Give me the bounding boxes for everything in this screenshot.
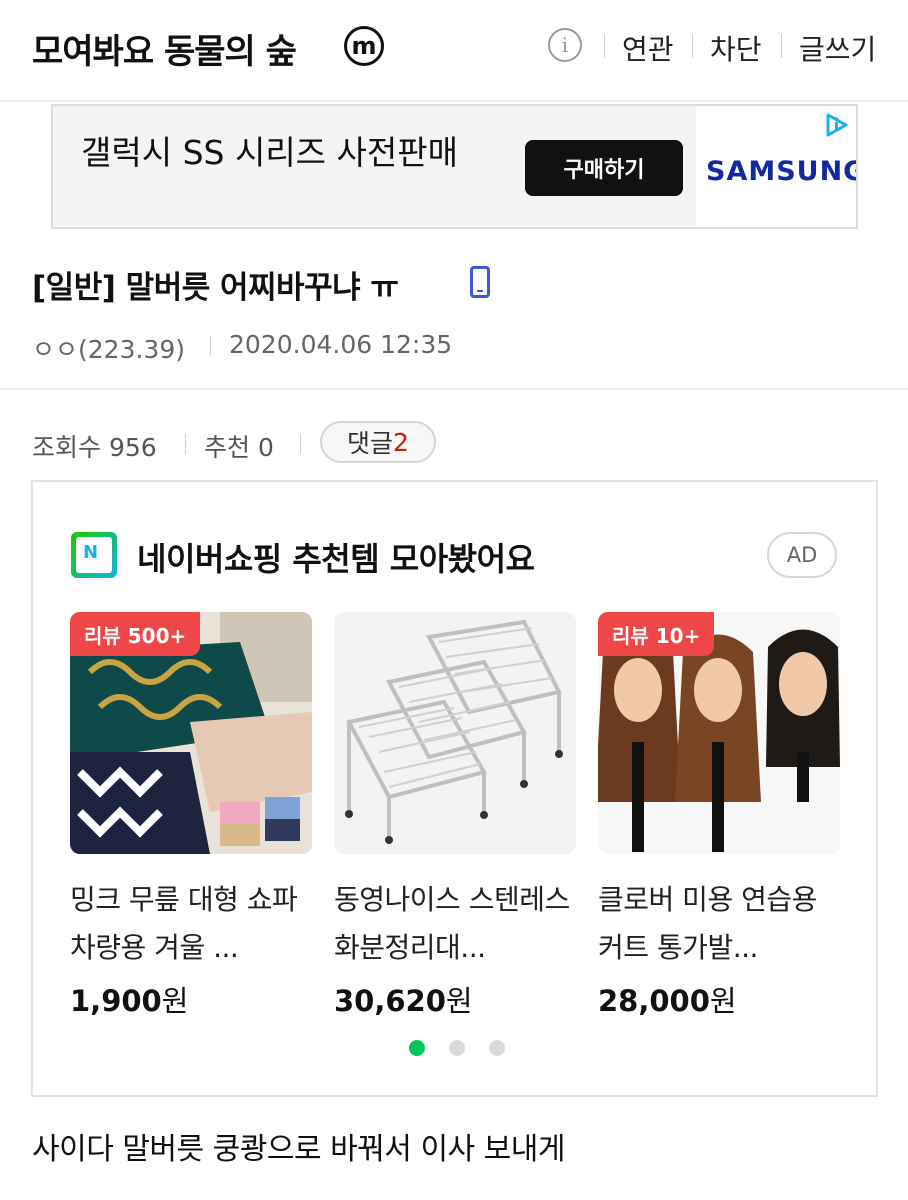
product-name[interactable]: 동영나이스 스텐레스 화분정리대... bbox=[334, 876, 576, 972]
naver-shopping-logo-icon: N bbox=[71, 532, 117, 578]
product-price: 1,900원 bbox=[70, 978, 312, 1020]
ad-brand-area[interactable]: SAMSUNG bbox=[696, 106, 858, 227]
ad-text[interactable]: 갤럭시 SS 시리즈 사전판매 bbox=[81, 132, 501, 174]
product-name[interactable]: 밍크 무릎 대형 쇼파 차량용 겨울 ... bbox=[70, 876, 312, 972]
buy-button[interactable]: 구매하기 bbox=[525, 140, 683, 196]
product-card[interactable]: 리뷰 500+ 밍크 무릎 대형 쇼파 차량용 겨울 ... 1,900원 bbox=[70, 612, 312, 1020]
product-card[interactable]: 동영나이스 스텐레스 화분정리대... 30,620원 bbox=[334, 612, 576, 1020]
divider bbox=[300, 434, 301, 454]
section-divider bbox=[0, 388, 908, 390]
comment-button[interactable]: 댓글 2 bbox=[320, 421, 436, 463]
divider bbox=[604, 34, 605, 58]
ad-banner[interactable]: 갤럭시 SS 시리즈 사전판매 구매하기 SAMSUNG bbox=[51, 104, 858, 229]
block-link[interactable]: 차단 bbox=[710, 28, 762, 68]
price-unit: 원 bbox=[161, 984, 189, 1018]
adchoices-icon[interactable] bbox=[824, 112, 850, 138]
review-badge: 리뷰 10+ bbox=[598, 612, 715, 656]
ad-badge[interactable]: AD bbox=[767, 532, 837, 578]
comment-label: 댓글 bbox=[347, 429, 394, 458]
product-name[interactable]: 클로버 미용 연습용 커트 통가발... bbox=[598, 876, 840, 972]
related-link[interactable]: 연관 bbox=[622, 28, 674, 68]
mobile-icon bbox=[470, 266, 490, 298]
post-body: 사이다 말버릇 쿵쾅으로 바꿔서 이사 보내게 bbox=[32, 1132, 565, 1167]
price-value: 30,620 bbox=[334, 984, 446, 1018]
info-icon[interactable]: i bbox=[548, 28, 582, 62]
gallery-title[interactable]: 모여봐요 동물의 숲 bbox=[32, 24, 297, 73]
price-unit: 원 bbox=[445, 984, 473, 1018]
gallery-header: 모여봐요 동물의 숲 m i 연관 차단 글쓰기 bbox=[0, 0, 908, 102]
shopping-recommendation-box: N 네이버쇼핑 추천템 모아봤어요 AD 리뷰 500+ 밍크 무릎 대형 쇼파… bbox=[31, 480, 878, 1097]
product-price: 30,620원 bbox=[334, 978, 576, 1020]
minor-gallery-badge-icon: m bbox=[344, 26, 384, 66]
product-image[interactable] bbox=[334, 612, 576, 854]
carousel-dot[interactable] bbox=[489, 1040, 505, 1056]
carousel-dot[interactable] bbox=[449, 1040, 465, 1056]
post-title: [일반] 말버릇 어찌바꾸냐 ㅠ bbox=[32, 270, 399, 306]
product-image[interactable]: 리뷰 10+ bbox=[598, 612, 840, 854]
price-value: 1,900 bbox=[70, 984, 162, 1018]
price-value: 28,000 bbox=[598, 984, 710, 1018]
samsung-logo: SAMSUNG bbox=[706, 156, 858, 187]
divider bbox=[210, 336, 211, 356]
post-date: 2020.04.06 12:35 bbox=[229, 330, 453, 359]
divider bbox=[185, 434, 186, 454]
price-unit: 원 bbox=[709, 984, 737, 1018]
divider bbox=[781, 34, 782, 58]
product-image[interactable]: 리뷰 500+ bbox=[70, 612, 312, 854]
carousel-dot-active[interactable] bbox=[409, 1040, 425, 1056]
plant-stand-image bbox=[334, 612, 576, 854]
view-count: 조회수 956 bbox=[32, 433, 157, 462]
write-post-link[interactable]: 글쓰기 bbox=[799, 28, 876, 68]
recommend-count: 추천 0 bbox=[204, 433, 274, 462]
shopping-title: 네이버쇼핑 추천템 모아봤어요 bbox=[137, 540, 535, 578]
review-badge: 리뷰 500+ bbox=[70, 612, 201, 656]
product-price: 28,000원 bbox=[598, 978, 840, 1020]
comment-count: 2 bbox=[393, 427, 409, 457]
product-card[interactable]: 리뷰 10+ 클로버 미용 연습용 커트 통가발... 28,000원 bbox=[598, 612, 840, 1020]
divider bbox=[692, 34, 693, 58]
post-author[interactable]: ㅇㅇ(223.39) bbox=[32, 330, 185, 366]
